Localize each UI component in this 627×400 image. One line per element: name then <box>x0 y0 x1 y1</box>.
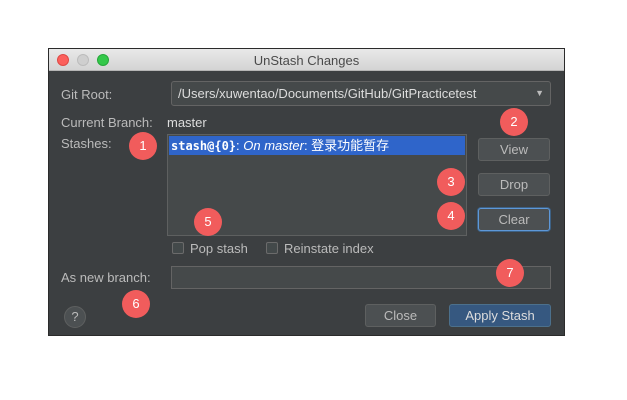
stashes-label: Stashes: <box>61 136 112 151</box>
stash-branch: On master <box>243 138 304 153</box>
title-bar: UnStash Changes <box>49 49 564 71</box>
current-branch-value: master <box>167 115 207 130</box>
annotation-badge: 3 <box>437 168 465 196</box>
git-root-value: /Users/xuwentao/Documents/GitHub/GitPrac… <box>178 86 477 101</box>
stash-ref: stash@{0} <box>171 139 237 153</box>
dropdown-arrow-icon[interactable]: ▼ <box>535 88 544 98</box>
window-title: UnStash Changes <box>253 53 360 68</box>
drop-button[interactable]: Drop <box>478 173 550 196</box>
annotation-badge: 7 <box>496 259 524 287</box>
pop-stash-label[interactable]: Pop stash <box>190 241 248 256</box>
stash-message: : 登录功能暂存 <box>303 138 390 153</box>
current-branch-label: Current Branch: <box>61 115 153 130</box>
help-button[interactable]: ? <box>64 306 86 328</box>
reinstate-index-label[interactable]: Reinstate index <box>284 241 374 256</box>
stash-list-item[interactable]: stash@{0}: On master: 登录功能暂存 <box>169 136 465 155</box>
annotation-badge: 5 <box>194 208 222 236</box>
annotation-badge: 2 <box>500 108 528 136</box>
annotation-badge: 4 <box>437 202 465 230</box>
annotation-badge: 1 <box>129 132 157 160</box>
git-root-label: Git Root: <box>61 87 113 102</box>
annotation-badge: 6 <box>122 290 150 318</box>
close-button[interactable]: Close <box>365 304 436 327</box>
view-button[interactable]: View <box>478 138 550 161</box>
new-branch-label: As new branch: <box>61 270 151 285</box>
new-branch-input[interactable] <box>171 266 551 289</box>
git-root-combobox[interactable]: /Users/xuwentao/Documents/GitHub/GitPrac… <box>171 81 551 106</box>
reinstate-index-checkbox[interactable] <box>266 242 278 254</box>
clear-button[interactable]: Clear <box>478 208 550 231</box>
pop-stash-checkbox[interactable] <box>172 242 184 254</box>
apply-stash-button[interactable]: Apply Stash <box>449 304 551 327</box>
